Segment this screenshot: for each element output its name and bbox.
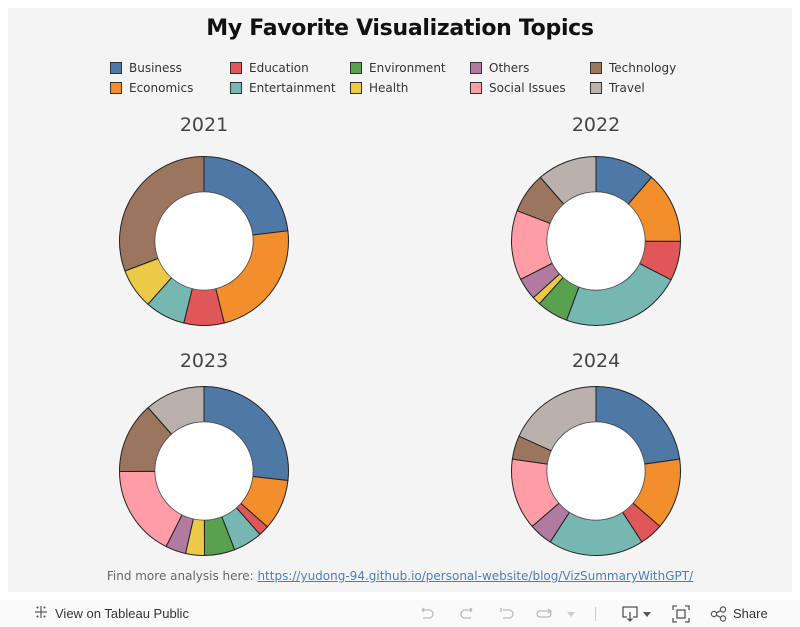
refresh-icon (536, 607, 553, 618)
donut-hole (546, 421, 646, 521)
refresh-options-dropdown[interactable] (566, 600, 576, 627)
revert-icon (500, 607, 514, 619)
redo-button[interactable] (458, 600, 476, 627)
undo-icon (421, 607, 434, 619)
fullscreen-icon (672, 604, 690, 623)
analysis-link[interactable]: https://yudong-94.github.io/personal-web… (257, 569, 693, 583)
download-button[interactable] (621, 600, 652, 627)
footer-note-prefix: Find more analysis here: (106, 569, 258, 583)
share-icon (710, 605, 727, 622)
footer-note: Find more analysis here: https://yudong-… (0, 569, 800, 583)
share-label: Share (733, 606, 768, 621)
share-button[interactable]: Share (710, 600, 768, 627)
tableau-toolbar: View on Tableau Public Share (0, 600, 800, 627)
download-icon (622, 605, 638, 622)
dropdown-caret-icon (643, 611, 651, 617)
fullscreen-button[interactable] (672, 600, 690, 627)
revert-button[interactable] (498, 600, 516, 627)
redo-icon (460, 607, 473, 619)
undo-button[interactable] (418, 600, 436, 627)
view-on-tableau-label: View on Tableau Public (55, 606, 189, 621)
view-on-tableau-button[interactable]: View on Tableau Public (33, 600, 189, 627)
toolbar-divider (595, 600, 596, 627)
refresh-button[interactable] (535, 600, 555, 627)
tableau-logo-icon (33, 604, 49, 623)
donut-chart-2024 (511, 385, 681, 556)
dropdown-caret-icon (567, 611, 575, 617)
